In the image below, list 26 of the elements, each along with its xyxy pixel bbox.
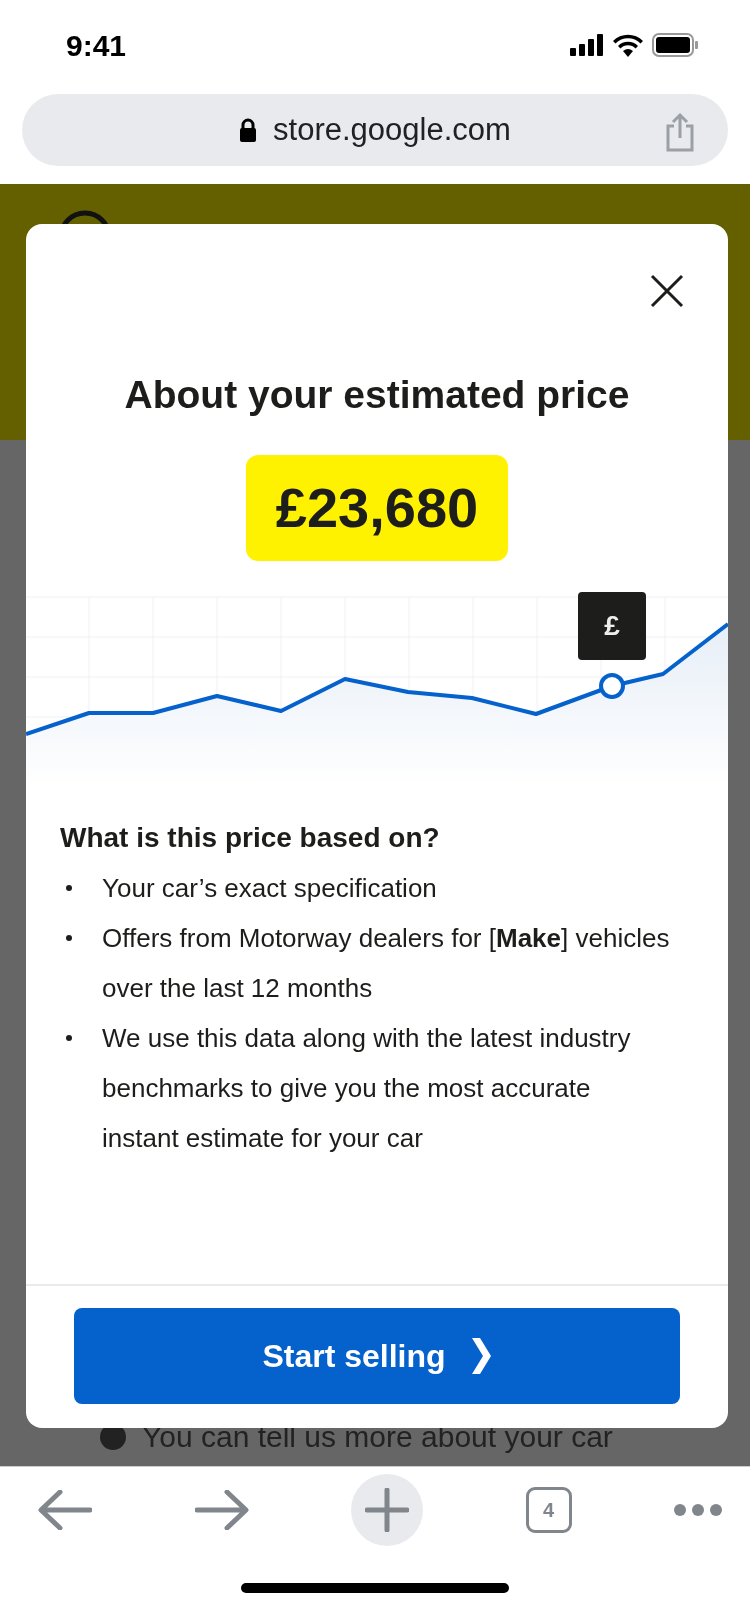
bullet-text: Offers from Motorway dealers for [Make] vehicles over the last 12 months (102, 921, 671, 1005)
lock-icon (239, 118, 258, 142)
battery-icon (652, 33, 698, 57)
status-time: 9:41 (66, 27, 127, 64)
bullet-icon (66, 884, 72, 891)
back-arrow-icon[interactable] (38, 1489, 92, 1530)
plus-icon (365, 1487, 409, 1532)
wifi-icon (612, 33, 644, 57)
signal-icon (570, 34, 604, 56)
start-selling-button[interactable]: Start selling (74, 1308, 680, 1404)
chevron-right-icon (469, 1338, 492, 1374)
close-button[interactable] (650, 274, 684, 308)
price-tooltip: £ (578, 592, 646, 661)
dialog-title: About your estimated price (123, 372, 631, 418)
url-text: store.google.com (273, 110, 511, 149)
more-icon[interactable] (674, 1502, 722, 1517)
share-icon[interactable] (664, 112, 696, 152)
bullet-icon (66, 1034, 72, 1041)
bullet-icon (66, 934, 72, 941)
bullet-text: We use this data along with the latest industry benchmarks to give you the most accurate instant estimate for your car (102, 1021, 632, 1155)
forward-arrow-icon[interactable] (194, 1489, 249, 1530)
bullet-text: Your car’s exact specification (102, 871, 437, 905)
estimated-price: £23,680 (245, 454, 509, 562)
tab-count[interactable]: 4 (525, 1486, 572, 1533)
address-bar[interactable]: store.google.com (22, 94, 728, 166)
section-heading: What is this price based on? (60, 821, 441, 855)
